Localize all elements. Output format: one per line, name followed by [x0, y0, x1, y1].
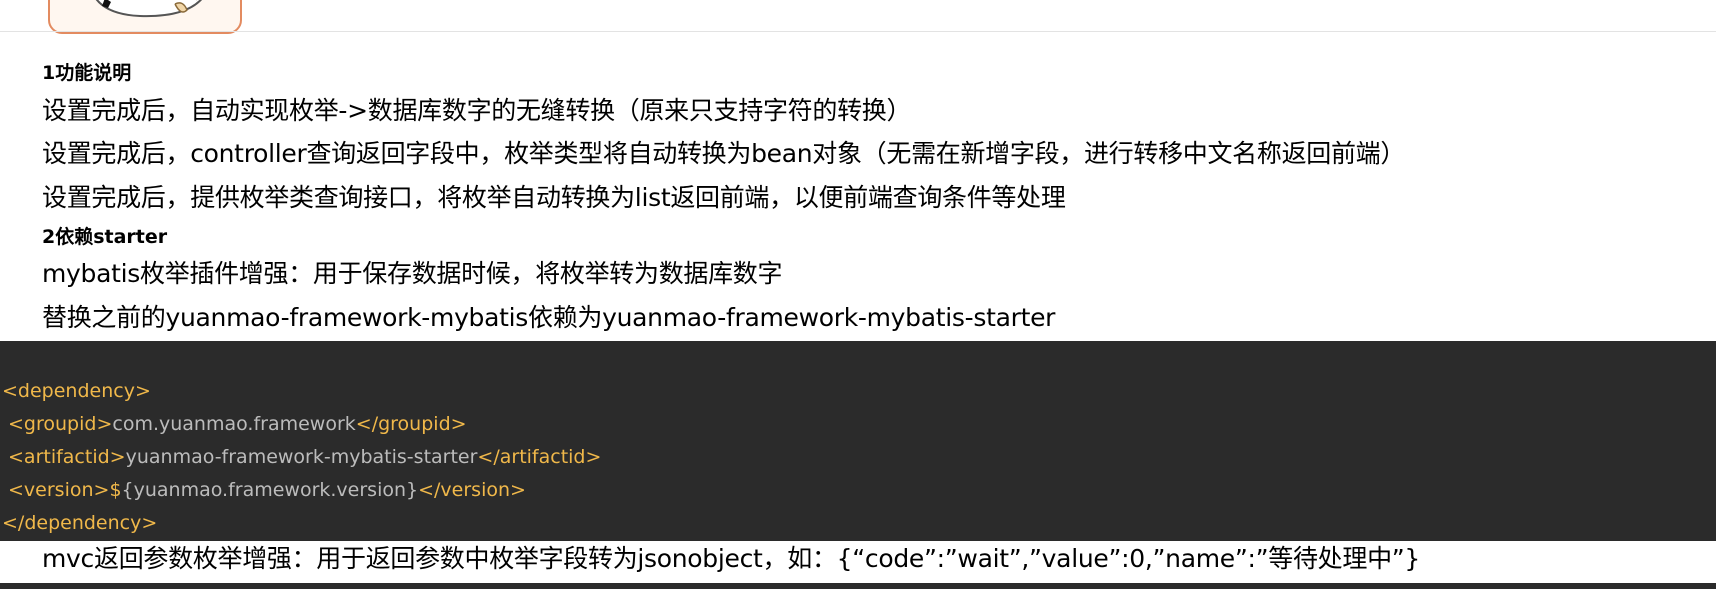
xml-tag: </artifactid>	[477, 446, 602, 468]
code-line-dependency-close: </dependency>	[2, 510, 157, 536]
paragraph-line: mybatis枚举插件增强：用于保存数据时候，将枚举转为数据库数字	[42, 259, 783, 288]
code-line-version: <version>${yuanmao.framework.version}</v…	[8, 477, 526, 503]
top-image-strip	[0, 0, 1716, 34]
paragraph-line: 设置完成后，controller查询返回字段中，枚举类型将自动转换为bean对象…	[42, 139, 1406, 168]
xml-tag: <version>	[8, 479, 110, 501]
code-line-groupid: <groupid>com.yuanmao.framework</groupid>	[8, 411, 467, 437]
paragraph-line-mvc: mvc返回参数枚举增强：用于返回参数中枚举字段转为jsonobject，如：{“…	[42, 544, 1421, 573]
paragraph-line: 设置完成后，提供枚举类查询接口，将枚举自动转换为list返回前端，以便前端查询条…	[42, 183, 1066, 212]
paragraph-line: 设置完成后，自动实现枚举->数据库数字的无缝转换（原来只支持字符的转换）	[42, 96, 912, 125]
section-heading-starter: 2依赖starter	[42, 226, 168, 248]
xml-tag: </dependency>	[2, 512, 158, 534]
xml-tag: <dependency>	[2, 380, 151, 402]
xml-tag: </groupid>	[355, 413, 467, 435]
cartoon-image	[48, 0, 242, 34]
paragraph-line: 替换之前的yuanmao-framework-mybatis依赖为yuanmao…	[42, 303, 1056, 332]
xml-tag: <groupid>	[8, 413, 113, 435]
divider	[0, 31, 1716, 32]
section-heading-function: 1功能说明	[42, 62, 132, 84]
xml-value: yuanmao-framework-mybatis-starter	[125, 446, 478, 468]
xml-value: com.yuanmao.framework	[112, 413, 356, 435]
code-block-edge	[0, 583, 1716, 589]
xml-value: {yuanmao.framework.version}	[121, 479, 419, 501]
xml-tag: <artifactid>	[8, 446, 126, 468]
code-line-artifactid: <artifactid>yuanmao-framework-mybatis-st…	[8, 444, 601, 470]
code-line-dependency-open: <dependency>	[2, 378, 151, 404]
xml-dollar: $	[109, 479, 122, 501]
code-block: <dependency> <groupid>com.yuanmao.framew…	[0, 341, 1716, 541]
xml-tag: </version>	[418, 479, 526, 501]
